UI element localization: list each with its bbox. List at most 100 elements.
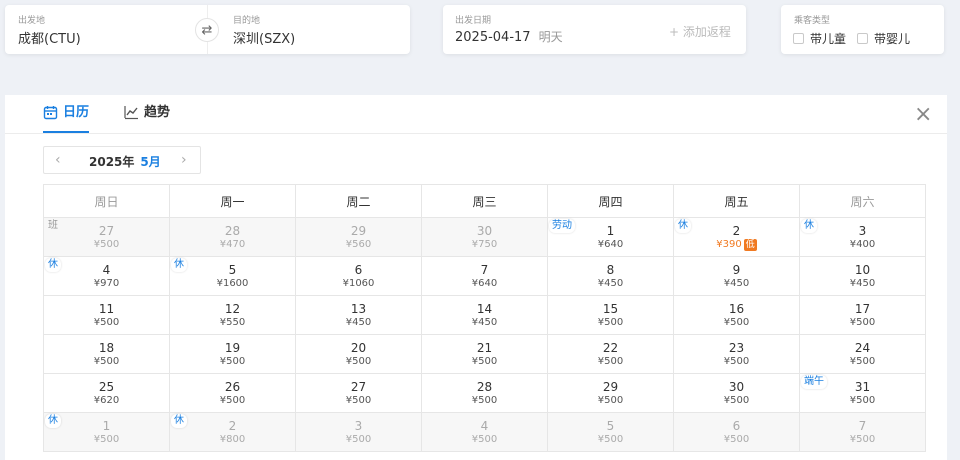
calendar-day-cell[interactable]: 休 3 ¥400 (799, 217, 926, 257)
calendar-day-cell[interactable]: 12 ¥550 (169, 295, 296, 335)
calendar-body: 班 27 ¥500 28 ¥470 29 ¥560 30 ¥750 劳动 1 ¥640 休 2 ¥390 低休… (43, 217, 926, 452)
weekday-header-cell: 周六 (799, 184, 926, 218)
date-text: 2025-04-17 (455, 30, 531, 45)
day-price-line: ¥500 (548, 394, 673, 408)
calendar-week-row: 18 ¥500 19 ¥500 20 ¥500 21 ¥500 22 ¥500 23 ¥500 24 ¥5… (43, 334, 926, 374)
calendar-day-cell[interactable]: 24 ¥500 (799, 334, 926, 374)
departure-value[interactable]: 成都(CTU) (18, 28, 81, 47)
day-number: 19 (224, 341, 241, 355)
child-option[interactable]: 带儿童 (793, 30, 846, 47)
day-price: ¥500 (219, 356, 246, 367)
calendar-day-cell[interactable]: 劳动 1 ¥640 (547, 217, 674, 257)
calendar-day-cell[interactable]: 3 ¥500 (295, 412, 422, 452)
calendar-day-cell[interactable]: 5 ¥500 (547, 412, 674, 452)
add-return-button[interactable]: + 添加返程 (669, 23, 731, 40)
calendar-day-cell[interactable]: 6 ¥500 (673, 412, 800, 452)
day-price-line: ¥450 (674, 277, 799, 291)
infant-option[interactable]: 带婴儿 (857, 30, 910, 47)
calendar-day-cell[interactable]: 7 ¥500 (799, 412, 926, 452)
calendar-day-cell[interactable]: 27 ¥500 (295, 373, 422, 413)
departure-date-value[interactable]: 2025-04-17 明天 (455, 28, 563, 45)
calendar-day-cell[interactable]: 15 ¥500 (547, 295, 674, 335)
day-price: ¥620 (93, 395, 120, 406)
day-number: 24 (854, 341, 871, 355)
weekday-header-cell: 周一 (169, 184, 296, 218)
calendar-day-cell[interactable]: 17 ¥500 (799, 295, 926, 335)
calendar-day-cell[interactable]: 休 4 ¥970 (43, 256, 170, 296)
day-number: 18 (98, 341, 115, 355)
day-price: ¥500 (345, 434, 372, 445)
day-number: 26 (224, 380, 241, 394)
tab-trend[interactable]: 趋势 (124, 105, 170, 133)
day-price-line: ¥500 (422, 394, 547, 408)
next-month-icon[interactable]: › (181, 151, 187, 169)
day-price: ¥550 (219, 317, 246, 328)
calendar-day-cell[interactable]: 22 ¥500 (547, 334, 674, 374)
day-number: 17 (854, 302, 871, 316)
day-price: ¥560 (345, 239, 372, 250)
calendar-day-cell[interactable]: 20 ¥500 (295, 334, 422, 374)
day-price: ¥500 (849, 395, 876, 406)
calendar-day-cell[interactable]: 19 ¥500 (169, 334, 296, 374)
child-checkbox[interactable] (793, 33, 804, 44)
calendar-day-cell[interactable]: 16 ¥500 (673, 295, 800, 335)
day-price-line: ¥500 (674, 394, 799, 408)
swap-icon[interactable]: ⇄ (195, 18, 219, 42)
holiday-badge: 休 (45, 414, 61, 428)
calendar-day-cell[interactable]: 11 ¥500 (43, 295, 170, 335)
day-number: 4 (480, 419, 489, 433)
calendar-day-cell[interactable]: 29 ¥560 (295, 217, 422, 257)
day-price-line: ¥500 (296, 394, 421, 408)
calendar-day-cell[interactable]: 端午 31 ¥500 (799, 373, 926, 413)
tab-calendar[interactable]: 日历 (43, 105, 90, 133)
prev-month-icon[interactable]: ‹ (55, 151, 61, 169)
day-number: 23 (728, 341, 745, 355)
calendar-day-cell[interactable]: 8 ¥450 (547, 256, 674, 296)
calendar-day-cell[interactable]: 29 ¥500 (547, 373, 674, 413)
calendar-day-cell[interactable]: 14 ¥450 (421, 295, 548, 335)
calendar-day-cell[interactable]: 休 2 ¥800 (169, 412, 296, 452)
month-label[interactable]: 5月 (140, 155, 160, 169)
calendar-day-cell[interactable]: 6 ¥1060 (295, 256, 422, 296)
calendar-day-cell[interactable]: 休 1 ¥500 (43, 412, 170, 452)
day-number: 3 (354, 419, 363, 433)
day-number: 29 (602, 380, 619, 394)
calendar-day-cell[interactable]: 休 2 ¥390 低 (673, 217, 800, 257)
calendar-day-cell[interactable]: 18 ¥500 (43, 334, 170, 374)
day-price-line: ¥450 (800, 277, 925, 291)
calendar-day-cell[interactable]: 10 ¥450 (799, 256, 926, 296)
infant-checkbox[interactable] (857, 33, 869, 44)
day-price-line: ¥500 (800, 433, 925, 447)
calendar-day-cell[interactable]: 30 ¥750 (421, 217, 548, 257)
day-price: ¥750 (471, 239, 498, 250)
day-price-line: ¥450 (422, 316, 547, 330)
calendar-day-cell[interactable]: 4 ¥500 (421, 412, 548, 452)
calendar-day-cell[interactable]: 7 ¥640 (421, 256, 548, 296)
day-price: ¥500 (471, 434, 498, 445)
weekday-header-cell: 周日 (43, 184, 170, 218)
day-number: 15 (602, 302, 619, 316)
calendar-day-cell[interactable]: 班 27 ¥500 (43, 217, 170, 257)
calendar-day-cell[interactable]: 13 ¥450 (295, 295, 422, 335)
date-card: 出发日期 2025-04-17 明天 + 添加返程 (443, 5, 746, 54)
day-price: ¥500 (597, 395, 624, 406)
day-price: ¥500 (723, 317, 750, 328)
calendar-day-cell[interactable]: 28 ¥500 (421, 373, 548, 413)
calendar-day-cell[interactable]: 30 ¥500 (673, 373, 800, 413)
calendar-day-cell[interactable]: 9 ¥450 (673, 256, 800, 296)
calendar-day-cell[interactable]: 21 ¥500 (421, 334, 548, 374)
destination-value[interactable]: 深圳(SZX) (233, 28, 295, 47)
day-price: ¥500 (597, 434, 624, 445)
calendar-day-cell[interactable]: 25 ¥620 (43, 373, 170, 413)
calendar-day-cell[interactable]: 28 ¥470 (169, 217, 296, 257)
day-price-line: ¥620 (44, 394, 169, 408)
calendar-day-cell[interactable]: 23 ¥500 (673, 334, 800, 374)
calendar-day-cell[interactable]: 26 ¥500 (169, 373, 296, 413)
day-price-line: ¥1600 (170, 277, 295, 291)
day-price: ¥450 (345, 317, 372, 328)
calendar-day-cell[interactable]: 休 5 ¥1600 (169, 256, 296, 296)
day-number: 22 (602, 341, 619, 355)
infant-label: 带婴儿 (874, 32, 911, 46)
day-number: 10 (854, 263, 871, 277)
close-icon[interactable]: × (914, 104, 932, 126)
